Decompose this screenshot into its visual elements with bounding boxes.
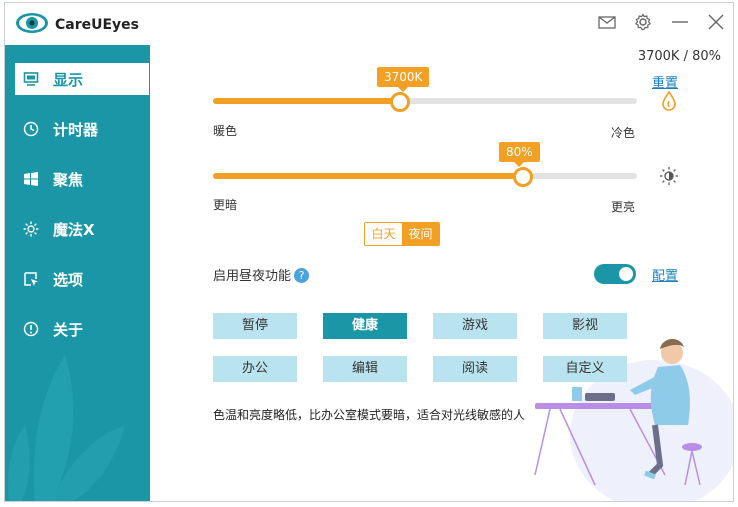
mode-office-button[interactable]: 办公 bbox=[213, 356, 297, 382]
sidebar-item-focus[interactable]: 聚焦 bbox=[5, 163, 150, 195]
gear-icon[interactable] bbox=[632, 11, 654, 33]
status-readout: 3700K / 80% bbox=[637, 49, 721, 64]
mode-health-button[interactable]: 健康 bbox=[323, 313, 407, 339]
mode-game-button[interactable]: 游戏 bbox=[433, 313, 517, 339]
sidebar-item-label: 魔法X bbox=[53, 220, 95, 239]
day-night-toggle: 白天 夜间 bbox=[364, 222, 440, 246]
mode-custom-button[interactable]: 自定义 bbox=[543, 356, 627, 382]
close-icon[interactable] bbox=[705, 11, 727, 33]
app-title: CareUEyes bbox=[55, 17, 140, 33]
mode-reading-button[interactable]: 阅读 bbox=[433, 356, 517, 382]
help-icon[interactable]: ? bbox=[294, 268, 310, 283]
title-bar: CareUEyes bbox=[5, 3, 733, 45]
sidebar-item-label: 显示 bbox=[53, 70, 84, 89]
minimize-icon[interactable] bbox=[669, 11, 691, 33]
mode-description: 色温和亮度略低，比办公室模式要暗，适合对光线敏感的人 bbox=[213, 408, 526, 422]
cool-label: 冷色 bbox=[611, 126, 636, 140]
mail-icon[interactable] bbox=[596, 11, 618, 33]
brightness-icon bbox=[660, 167, 678, 185]
sidebar-item-timer[interactable]: 计时器 bbox=[5, 113, 150, 145]
brightness-slider-handle[interactable] bbox=[513, 167, 533, 187]
person-at-desk-illustration bbox=[534, 338, 733, 501]
temperature-slider[interactable] bbox=[213, 92, 637, 112]
monitor-icon bbox=[23, 71, 39, 87]
mode-movie-button[interactable]: 影视 bbox=[543, 313, 627, 339]
daynight-feature-label: 启用昼夜功能 bbox=[213, 269, 292, 284]
day-option[interactable]: 白天 bbox=[365, 223, 402, 245]
daynight-feature-row: 启用昼夜功能? bbox=[213, 265, 310, 284]
warm-label: 暖色 bbox=[213, 124, 238, 138]
sidebar: 显示 计时器 聚焦 魔法X 选项 关于 bbox=[5, 45, 150, 501]
temperature-slider-handle[interactable] bbox=[390, 92, 410, 112]
sidebar-item-label: 聚焦 bbox=[53, 170, 84, 189]
mode-pause-button[interactable]: 暂停 bbox=[213, 313, 297, 339]
temperature-slider-fill bbox=[213, 98, 400, 104]
water-drop-icon bbox=[662, 91, 676, 111]
sidebar-item-about[interactable]: 关于 bbox=[5, 313, 150, 345]
display-panel: 3700K / 80% 重置 3700K 暖色 冷色 80% 更暗 更亮 白天 bbox=[150, 45, 733, 501]
temperature-tooltip: 3700K bbox=[377, 67, 430, 92]
brightness-slider-fill bbox=[213, 173, 523, 179]
brightness-tooltip: 80% bbox=[499, 142, 540, 167]
mode-edit-button[interactable]: 编辑 bbox=[323, 356, 407, 382]
sidebar-item-display[interactable]: 显示 bbox=[15, 63, 149, 95]
brightness-slider[interactable] bbox=[213, 167, 637, 187]
brighter-label: 更亮 bbox=[611, 200, 636, 214]
eye-logo-icon bbox=[16, 13, 48, 33]
reset-link[interactable]: 重置 bbox=[652, 72, 678, 91]
switch-knob bbox=[619, 267, 633, 281]
info-icon bbox=[23, 321, 39, 337]
cursor-box-icon bbox=[23, 271, 39, 287]
app-window: CareUEyes 显示 计时器 聚焦 魔法X 选项 关于 3700K / 80… bbox=[4, 2, 734, 502]
config-link[interactable]: 配置 bbox=[652, 265, 678, 284]
darker-label: 更暗 bbox=[213, 198, 238, 212]
sidebar-item-label: 关于 bbox=[53, 320, 84, 339]
windows-icon bbox=[23, 171, 39, 187]
sidebar-item-label: 计时器 bbox=[53, 120, 99, 139]
daynight-switch[interactable] bbox=[594, 264, 636, 284]
clock-icon bbox=[23, 121, 39, 137]
leaf-decoration-icon bbox=[8, 355, 125, 501]
sparkle-icon bbox=[23, 221, 39, 237]
night-option[interactable]: 夜间 bbox=[402, 223, 439, 245]
sidebar-item-label: 选项 bbox=[53, 270, 84, 289]
sidebar-item-options[interactable]: 选项 bbox=[5, 263, 150, 295]
sidebar-item-magic-x[interactable]: 魔法X bbox=[5, 213, 150, 245]
